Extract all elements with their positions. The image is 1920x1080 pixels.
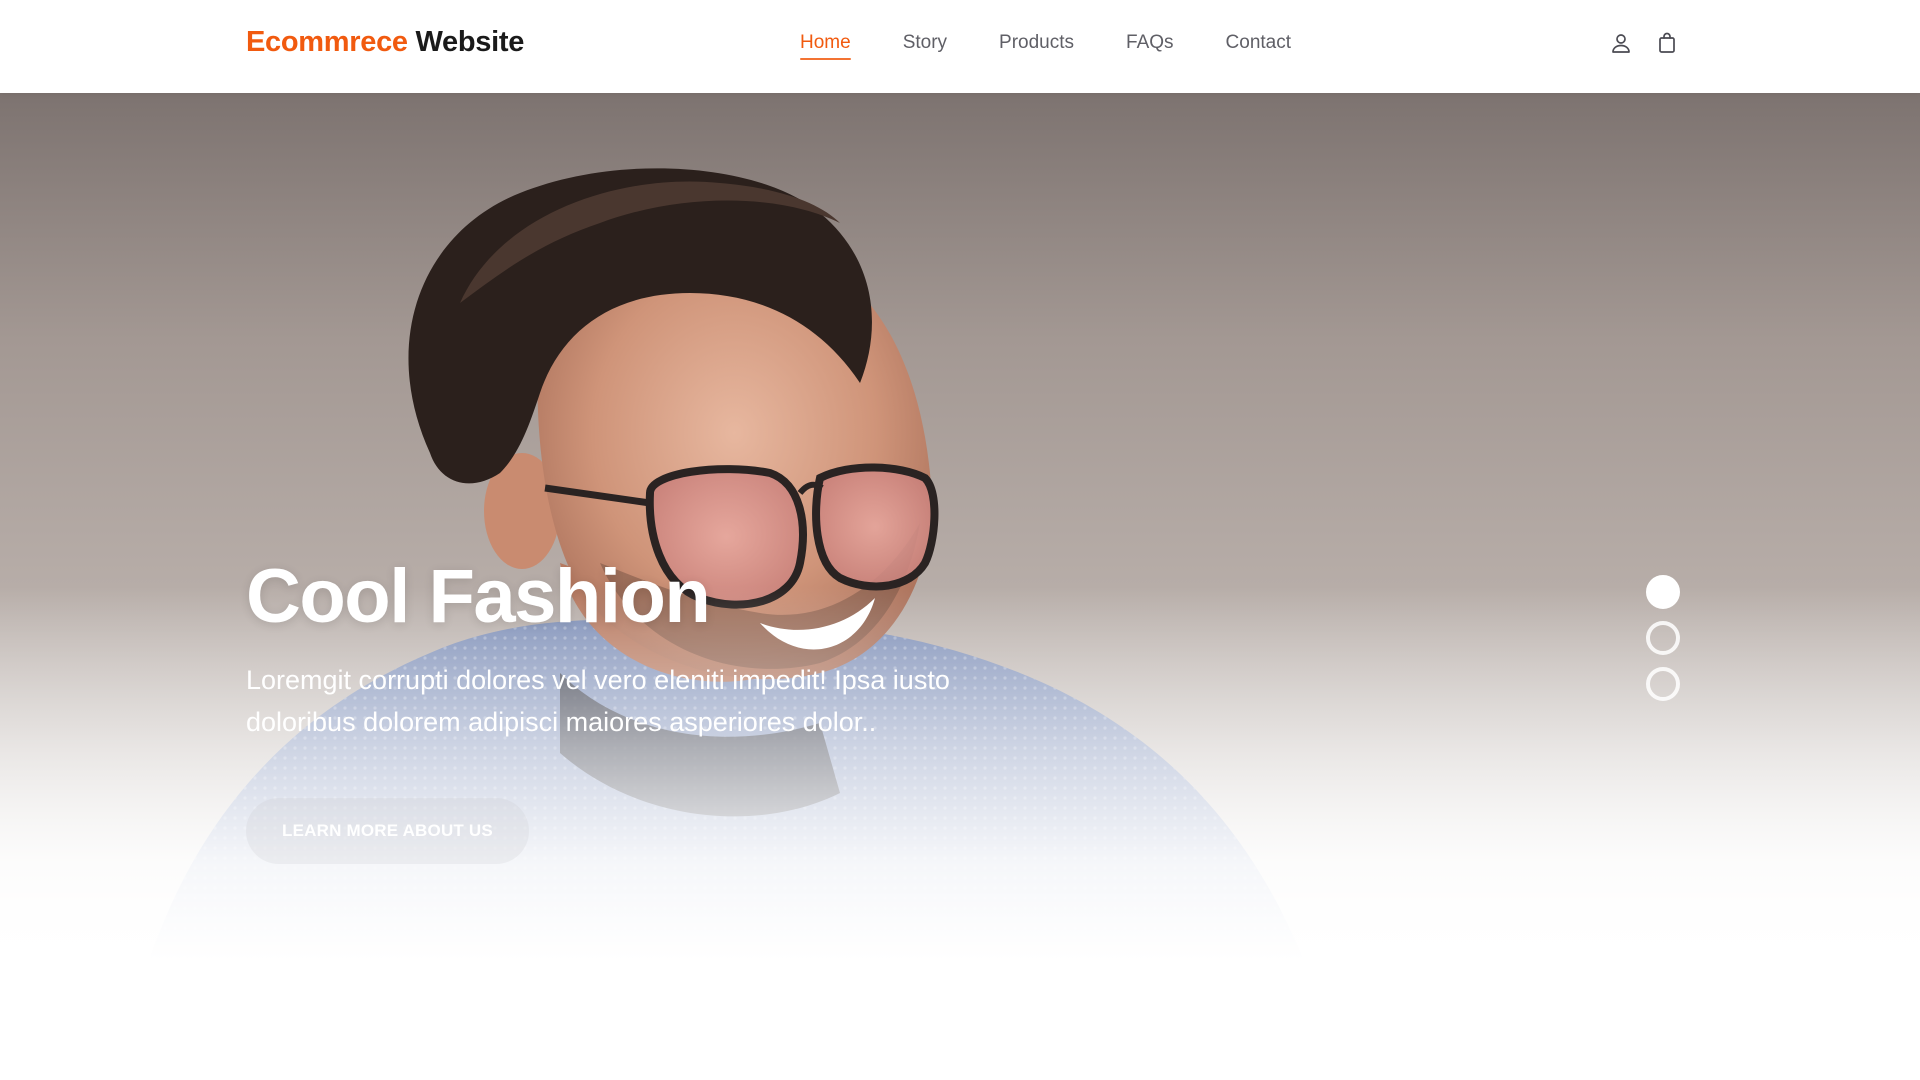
logo-rest-word: Website — [415, 26, 525, 58]
slide-dot-3[interactable] — [1646, 667, 1680, 701]
slide-dot-1[interactable] — [1646, 575, 1680, 609]
learn-more-button[interactable]: LEARN MORE ABOUT US — [246, 798, 529, 864]
header-actions — [1608, 30, 1680, 56]
main-nav: Home Story Products FAQs Contact — [800, 30, 1343, 60]
hero-title: Cool Fashion — [246, 554, 711, 639]
nav-item-products[interactable]: Products — [999, 30, 1074, 60]
nav-item-faqs[interactable]: FAQs — [1126, 30, 1174, 60]
user-icon[interactable] — [1608, 30, 1634, 56]
slide-indicators — [1646, 575, 1680, 701]
site-header: Ecommrece Website Home Story Products FA… — [0, 0, 1920, 93]
hero-banner: Cool Fashion Loremgit corrupti dolores v… — [0, 93, 1920, 1080]
nav-item-home[interactable]: Home — [800, 30, 851, 60]
site-logo[interactable]: Ecommrece Website — [246, 26, 524, 59]
slide-dot-2[interactable] — [1646, 621, 1680, 655]
hero-description: Loremgit corrupti dolores vel vero eleni… — [246, 665, 950, 737]
logo-accent-word: Ecommrece — [246, 26, 408, 58]
page: Ecommrece Website Home Story Products FA… — [0, 0, 1920, 1080]
nav-item-story[interactable]: Story — [903, 30, 947, 60]
nav-item-contact[interactable]: Contact — [1226, 30, 1291, 60]
shopping-bag-icon[interactable] — [1654, 30, 1680, 56]
